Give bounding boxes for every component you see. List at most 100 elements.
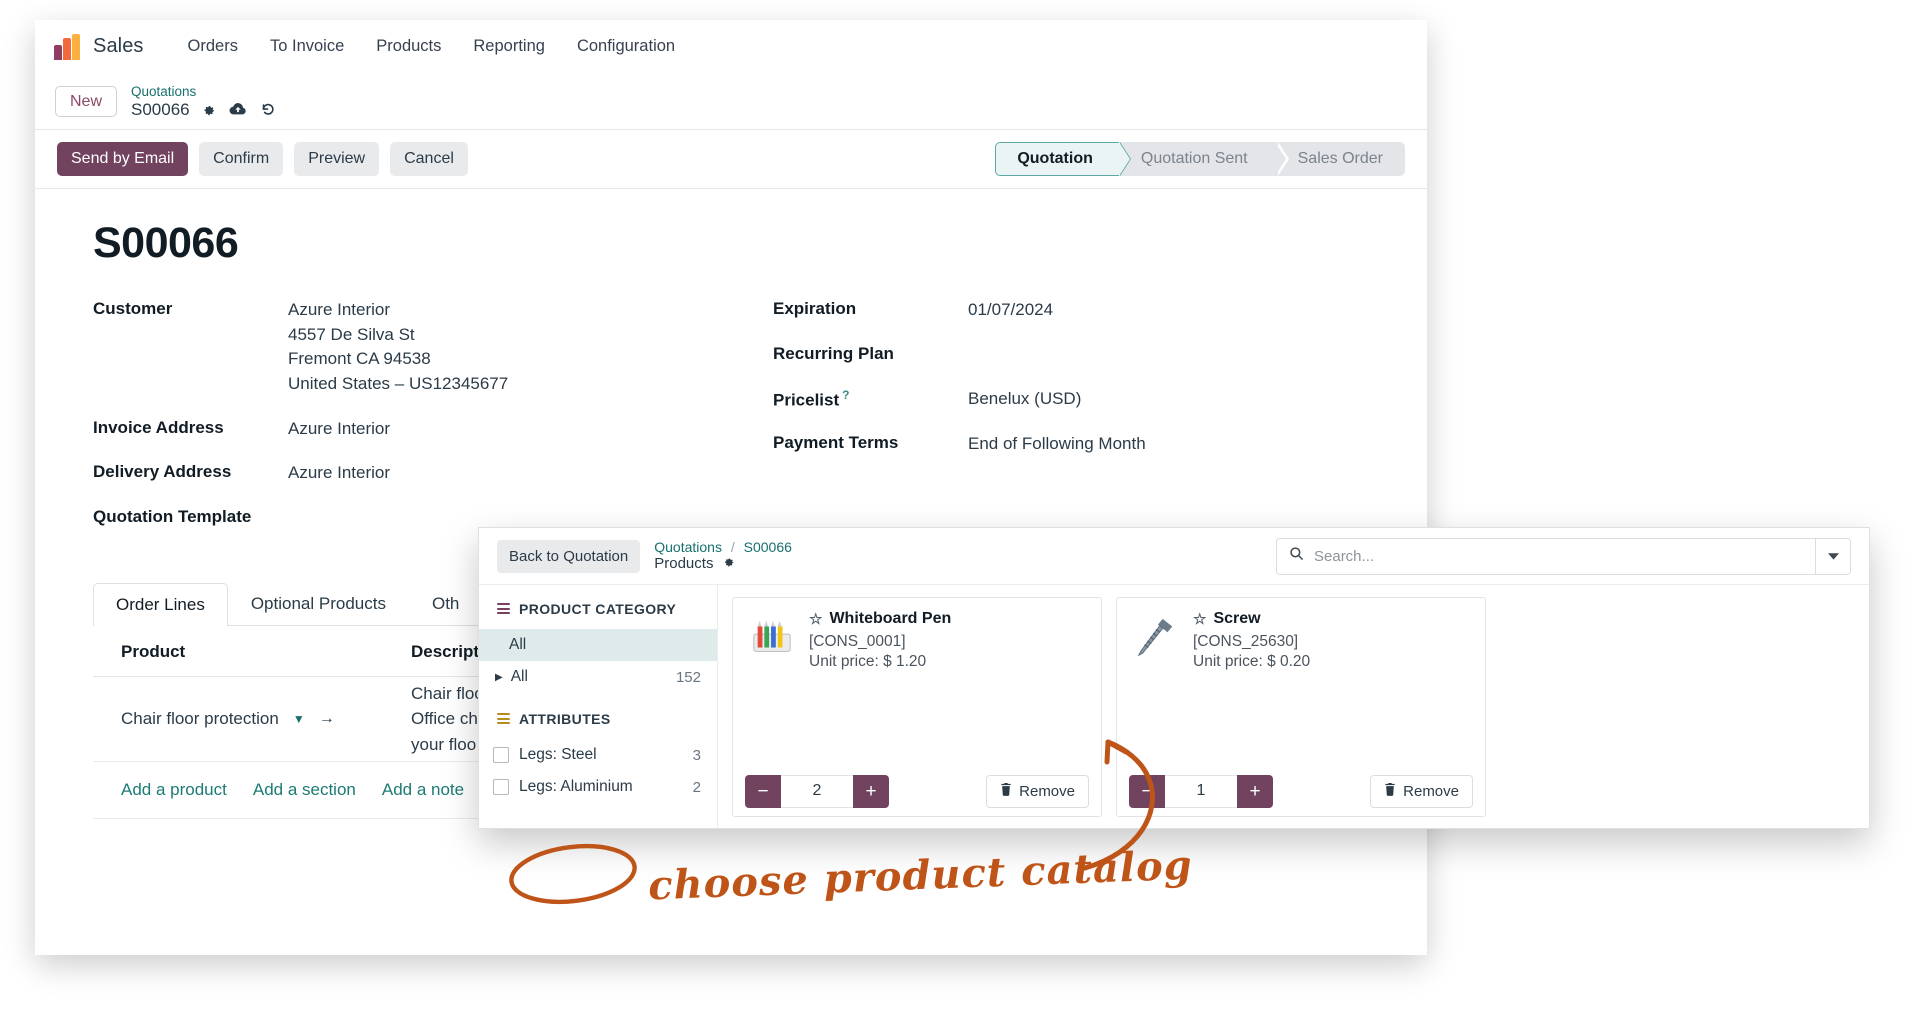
customer-street: 4557 De Silva St [288, 323, 508, 348]
star-outline-icon[interactable]: ☆ [809, 612, 822, 627]
send-by-email-button[interactable]: Send by Email [57, 142, 188, 176]
nav-item-to-invoice[interactable]: To Invoice [254, 33, 360, 60]
checkbox[interactable] [493, 747, 509, 763]
control-panel: Send by Email Confirm Preview Cancel Quo… [35, 130, 1427, 189]
status-quotation-sent[interactable]: Quotation Sent [1119, 142, 1276, 176]
nav-item-reporting[interactable]: Reporting [457, 33, 561, 60]
product-code: [CONS_0001] [809, 633, 1089, 651]
field-recurring-plan: Recurring Plan [773, 343, 1293, 367]
action-buttons: Send by Email Confirm Preview Cancel [57, 142, 468, 176]
field-value[interactable]: Azure Interior [288, 461, 390, 486]
increase-quantity-button[interactable]: + [1237, 775, 1273, 808]
product-card[interactable]: ☆ Screw [CONS_25630] Unit price: $ 0.20 … [1116, 597, 1486, 817]
search-dropdown-toggle[interactable] [1816, 538, 1851, 575]
brand[interactable]: Sales [54, 34, 144, 60]
cell-product[interactable]: Chair floor protection ▼ → [93, 709, 411, 729]
product-card[interactable]: ☆ Whiteboard Pen [CONS_0001] Unit price:… [732, 597, 1102, 817]
customer-city: Fremont CA 94538 [288, 347, 508, 372]
tab-other-info[interactable]: Oth [409, 582, 482, 625]
chevron-down-icon[interactable]: ▼ [293, 712, 305, 726]
gear-icon[interactable] [201, 102, 216, 117]
breadcrumb-bar: New Quotations S00066 [35, 74, 1427, 130]
catalog-breadcrumb-record[interactable]: S00066 [744, 539, 792, 555]
field-label-text: Pricelist [773, 390, 839, 409]
top-navbar: Sales Orders To Invoice Products Reporti… [35, 20, 1427, 74]
product-name: Whiteboard Pen [829, 610, 951, 628]
cloud-upload-icon[interactable] [229, 102, 247, 117]
breadcrumb: Quotations S00066 [119, 84, 289, 118]
field-label: Delivery Address [93, 461, 288, 484]
catalog-breadcrumb: Quotations / S00066 Products [640, 539, 792, 574]
new-button[interactable]: New [55, 86, 117, 118]
quantity-stepper: − 1 + [1129, 775, 1273, 808]
field-customer: Customer Azure Interior 4557 De Silva St… [93, 298, 653, 397]
field-value[interactable]: Azure Interior [288, 417, 390, 442]
quantity-input[interactable]: 1 [1165, 775, 1237, 808]
sidebar-item-all-selected[interactable]: All [479, 629, 717, 661]
field-value[interactable]: Benelux (USD) [968, 387, 1081, 412]
field-label: Recurring Plan [773, 343, 968, 366]
sidebar-item-legs-steel[interactable]: Legs: Steel 3 [479, 739, 717, 771]
nav-item-configuration[interactable]: Configuration [561, 33, 691, 60]
field-value[interactable]: Azure Interior 4557 De Silva St Fremont … [288, 298, 508, 397]
breadcrumb-separator: / [731, 539, 735, 555]
field-label: Invoice Address [93, 417, 288, 440]
catalog-body: PRODUCT CATEGORY All ▶ All 152 ATTRIBUTE… [479, 585, 1869, 829]
section-title: PRODUCT CATEGORY [519, 601, 676, 617]
spacer [479, 693, 717, 711]
gear-icon[interactable] [722, 555, 735, 573]
list-bars-icon [497, 603, 510, 615]
product-name: Screw [1213, 610, 1260, 628]
tab-order-lines[interactable]: Order Lines [93, 583, 228, 626]
preview-button[interactable]: Preview [294, 142, 379, 176]
decrease-quantity-button[interactable]: − [1129, 775, 1165, 808]
breadcrumb-parent-link[interactable]: Quotations [131, 84, 289, 99]
remove-label: Remove [1403, 783, 1459, 800]
sidebar-item-legs-aluminium[interactable]: Legs: Aluminium 2 [479, 771, 717, 803]
confirm-button[interactable]: Confirm [199, 142, 283, 176]
add-a-product-link[interactable]: Add a product [121, 780, 227, 800]
field-value[interactable]: 01/07/2024 [968, 298, 1053, 323]
triangle-right-icon[interactable]: ▶ [495, 672, 503, 683]
tab-optional-products[interactable]: Optional Products [228, 582, 409, 625]
field-invoice-address: Invoice Address Azure Interior [93, 417, 653, 442]
back-to-quotation-button[interactable]: Back to Quotation [497, 540, 640, 573]
status-quotation[interactable]: Quotation [995, 142, 1119, 176]
field-label: Customer [93, 298, 288, 321]
status-sales-order[interactable]: Sales Order [1276, 142, 1405, 176]
help-icon[interactable]: ? [842, 388, 849, 402]
checkbox[interactable] [493, 779, 509, 795]
internal-link-arrow-icon[interactable]: → [319, 710, 335, 728]
screw-image-icon [1129, 610, 1183, 664]
cancel-button[interactable]: Cancel [390, 142, 468, 176]
quantity-input[interactable]: 2 [781, 775, 853, 808]
field-label: Pricelist? [773, 387, 968, 413]
catalog-breadcrumb-quotations[interactable]: Quotations [654, 539, 722, 555]
increase-quantity-button[interactable]: + [853, 775, 889, 808]
add-a-note-link[interactable]: Add a note [382, 780, 464, 800]
catalog-product-grid: ☆ Whiteboard Pen [CONS_0001] Unit price:… [718, 585, 1869, 829]
product-name-row: ☆ Whiteboard Pen [809, 610, 1089, 628]
nav-item-products[interactable]: Products [360, 33, 457, 60]
decrease-quantity-button[interactable]: − [745, 775, 781, 808]
customer-name: Azure Interior [288, 298, 508, 323]
product-code: [CONS_25630] [1193, 633, 1473, 651]
remove-button[interactable]: Remove [1370, 775, 1473, 808]
product-name: Chair floor protection [121, 709, 279, 729]
search-input[interactable]: Search... [1276, 538, 1816, 575]
nav-item-orders[interactable]: Orders [172, 33, 254, 60]
product-unit-price: Unit price: $ 1.20 [809, 653, 1089, 671]
undo-discard-icon[interactable] [260, 102, 276, 117]
quantity-stepper: − 2 + [745, 775, 889, 808]
field-pricelist: Pricelist? Benelux (USD) [773, 387, 1293, 413]
sidebar-item-label: Legs: Aluminium [519, 778, 633, 796]
sidebar-item-label: All [509, 636, 526, 654]
brand-name: Sales [93, 35, 144, 58]
section-product-category: PRODUCT CATEGORY [479, 601, 717, 617]
add-a-section-link[interactable]: Add a section [253, 780, 356, 800]
star-outline-icon[interactable]: ☆ [1193, 612, 1206, 627]
remove-button[interactable]: Remove [986, 775, 1089, 808]
field-value[interactable]: End of Following Month [968, 432, 1146, 457]
sidebar-item-all-tree[interactable]: ▶ All 152 [479, 661, 717, 693]
form-column-left: Customer Azure Interior 4557 De Silva St… [93, 298, 653, 550]
